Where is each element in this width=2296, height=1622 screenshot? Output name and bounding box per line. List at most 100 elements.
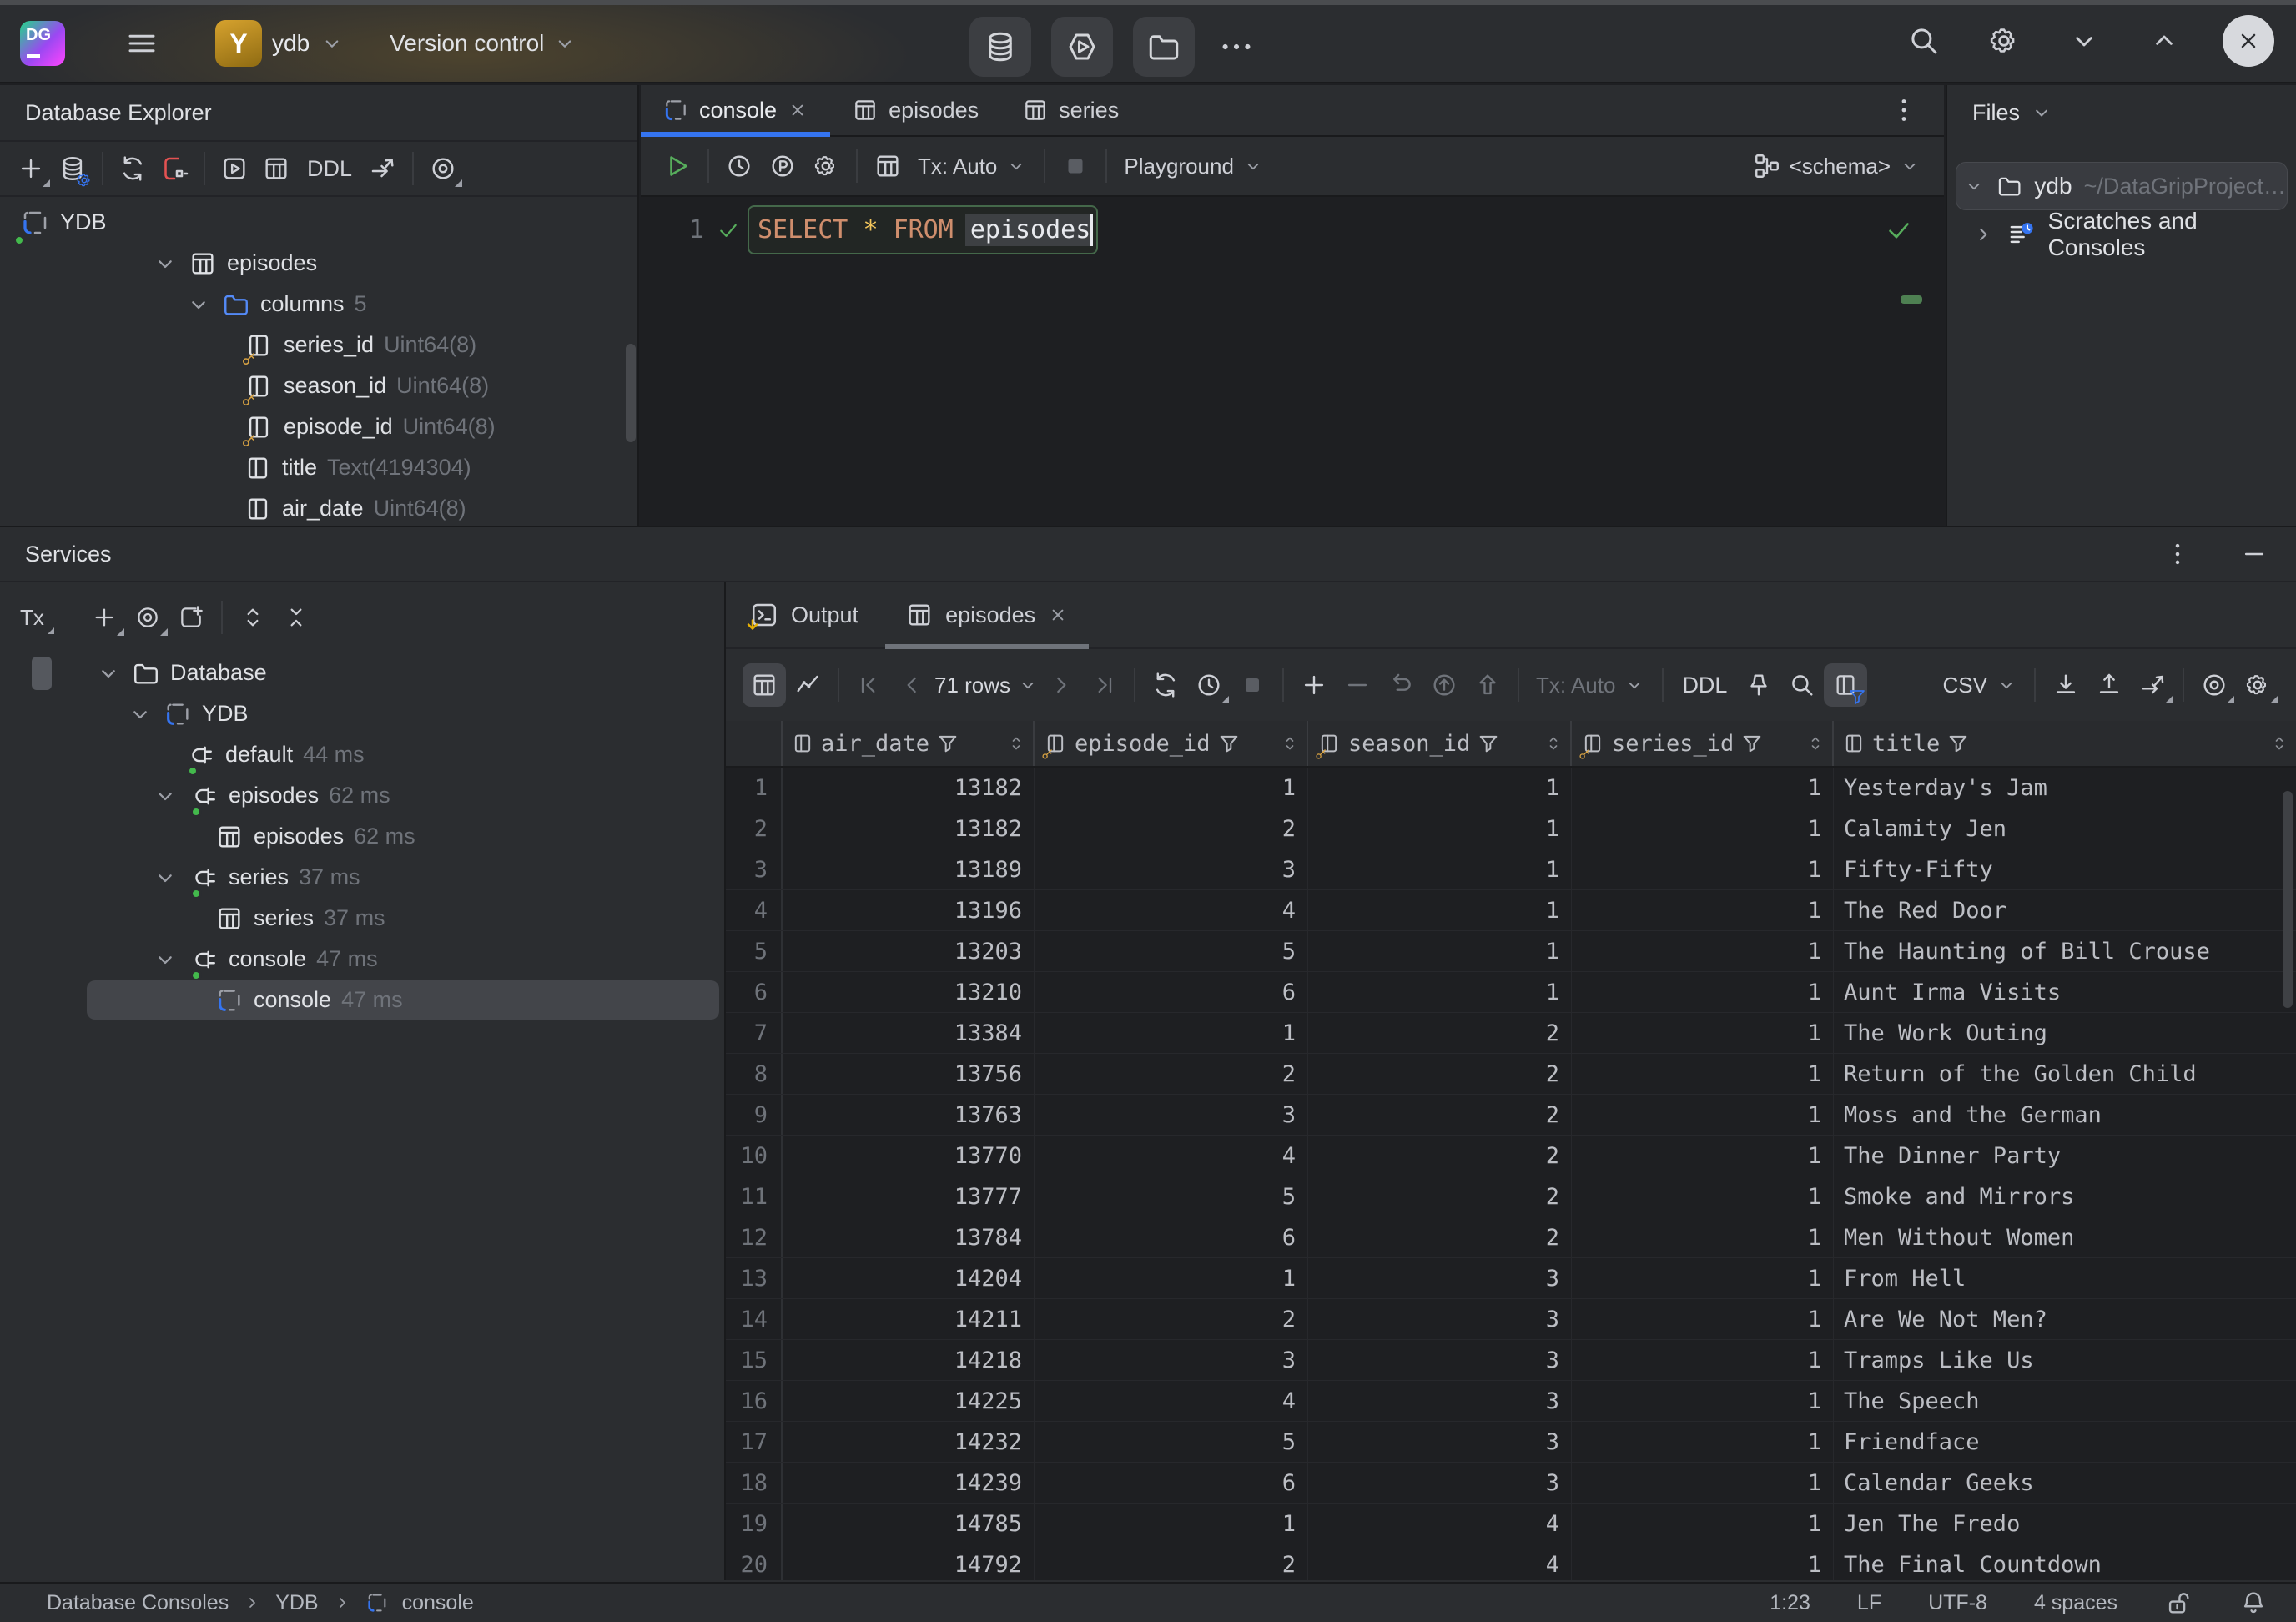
table-cell[interactable]: 14239 [783,1463,1035,1503]
table-cell[interactable]: 3 [1035,1340,1308,1380]
preview-button[interactable] [126,596,169,639]
services-minimize-button[interactable] [2233,532,2276,576]
settings-button[interactable] [1982,19,2026,63]
transfer-button[interactable] [2131,663,2174,707]
find-button[interactable] [1780,663,1824,707]
table-cell[interactable]: 3 [1308,1381,1572,1421]
sort-icon[interactable] [1805,733,1825,753]
table-cell[interactable]: 13763 [783,1095,1035,1135]
column-filter-button[interactable] [1824,663,1867,707]
table-cell[interactable]: 14225 [783,1381,1035,1421]
search-everywhere-button[interactable] [1902,19,1946,63]
table-cell[interactable]: Tramps Like Us [1834,1340,2296,1380]
table-cell[interactable]: 1 [1308,768,1572,808]
tab-episodes-result[interactable]: episodes [882,582,1092,647]
table-cell[interactable]: 3 [1035,849,1308,889]
table-cell[interactable]: 3 [1308,1422,1572,1462]
table-cell[interactable]: 3 [1308,1258,1572,1298]
row-number-header[interactable] [726,721,783,766]
table-cell[interactable]: 4 [1035,1381,1308,1421]
table-cell[interactable]: 13770 [783,1136,1035,1176]
tree-item-result-episodes[interactable]: episodes 62 ms [0,816,724,857]
table-cell[interactable]: 1 [1572,1013,1834,1053]
ddl-button[interactable]: DDL [297,156,362,182]
table-cell[interactable]: The Dinner Party [1834,1136,2296,1176]
tree-item-session-console[interactable]: console 47 ms [0,939,724,980]
table-row[interactable]: 1013770421The Dinner Party [726,1136,2296,1176]
tree-item-session-default[interactable]: default 44 ms [0,734,724,775]
funnel-icon[interactable] [1946,732,1970,755]
chevron-down-icon[interactable] [152,250,179,277]
chevron-down-icon[interactable] [1963,174,1985,199]
table-cell[interactable]: Aunt Irma Visits [1834,972,2296,1012]
table-cell[interactable]: 1 [1308,931,1572,971]
datagrip-logo-icon[interactable]: DG [20,21,65,66]
table-cell[interactable]: 1 [1572,1176,1834,1216]
table-row[interactable]: 513203511The Haunting of Bill Crouse [726,931,2296,972]
view-options-button[interactable] [2193,663,2236,707]
table-row[interactable]: 1314204131From Hell [726,1258,2296,1299]
tree-item-air-date-column[interactable]: air_date Uint64(8) [0,488,637,529]
table-cell[interactable]: 1 [1572,808,1834,849]
row-number[interactable]: 6 [726,972,783,1012]
table-cell[interactable]: 4 [1308,1544,1572,1580]
chart-view-button[interactable] [786,663,829,707]
grid-view-button[interactable] [743,663,786,707]
table-row[interactable]: 213182211Calamity Jen [726,808,2296,849]
table-cell[interactable]: 14232 [783,1422,1035,1462]
table-cell[interactable]: 1 [1572,1340,1834,1380]
session-select[interactable]: Playground [1115,154,1272,179]
table-cell[interactable]: 1 [1308,808,1572,849]
project-files-button[interactable] [1133,17,1195,77]
sort-icon[interactable] [1006,733,1026,753]
table-cell[interactable]: 1 [1572,1217,1834,1257]
table-row[interactable]: 913763321Moss and the German [726,1095,2296,1136]
stop-button[interactable] [1054,144,1097,188]
row-number[interactable]: 19 [726,1504,783,1544]
table-cell[interactable]: The Red Door [1834,890,2296,930]
table-cell[interactable]: 1 [1572,768,1834,808]
file-encoding[interactable]: UTF-8 [1928,1591,1987,1615]
reload-page-button[interactable] [1144,663,1187,707]
table-cell[interactable]: 5 [1035,931,1308,971]
table-cell[interactable]: From Hell [1834,1258,2296,1298]
table-cell[interactable]: 4 [1308,1504,1572,1544]
chevron-right-icon[interactable] [1971,222,1995,247]
table-row[interactable]: 113182111Yesterday's Jam [726,768,2296,808]
expand-all-button[interactable] [231,596,274,639]
tree-item-season-id-column[interactable]: season_id Uint64(8) [0,365,637,406]
close-icon[interactable] [787,99,808,121]
row-number[interactable]: 11 [726,1176,783,1216]
table-cell[interactable]: Fifty-Fifty [1834,849,2296,889]
more-toolbar-button[interactable] [1215,25,1258,68]
table-cell[interactable]: Calamity Jen [1834,808,2296,849]
results-scrollbar[interactable] [2283,791,2293,1008]
history-button[interactable] [718,144,761,188]
cursor-position[interactable]: 1:23 [1770,1591,1810,1615]
table-row[interactable]: 713384121The Work Outing [726,1013,2296,1054]
table-cell[interactable]: 2 [1308,1176,1572,1216]
table-cell[interactable]: 1 [1572,1544,1834,1580]
table-cell[interactable]: Men Without Women [1834,1217,2296,1257]
table-cell[interactable]: 6 [1035,1217,1308,1257]
tree-item-result-series[interactable]: series 37 ms [0,898,724,939]
sql-statement[interactable]: SELECT * FROM episodes [748,205,1098,254]
table-row[interactable]: 1414211231Are We Not Men? [726,1299,2296,1340]
table-cell[interactable]: 13189 [783,849,1035,889]
tree-item-series-id-column[interactable]: series_id Uint64(8) [0,325,637,365]
tree-item-ydb-connection[interactable]: YDB [0,693,724,734]
tree-item-columns-folder[interactable]: columns 5 [0,284,637,325]
notifications-icon[interactable] [2239,1589,2268,1617]
run-console-button[interactable] [1051,17,1113,77]
table-cell[interactable]: 1 [1572,1463,1834,1503]
stop-button[interactable] [1231,663,1274,707]
window-restore-down-button[interactable] [2062,19,2106,63]
explorer-scrollbar[interactable] [626,344,636,442]
table-cell[interactable]: The Final Countdown [1834,1544,2296,1580]
grid-settings-button[interactable] [2236,663,2279,707]
row-number[interactable]: 7 [726,1013,783,1053]
auto-refresh-button[interactable] [1187,663,1231,707]
table-cell[interactable]: 3 [1308,1299,1572,1339]
row-number[interactable]: 18 [726,1463,783,1503]
table-cell[interactable]: 4 [1035,1136,1308,1176]
